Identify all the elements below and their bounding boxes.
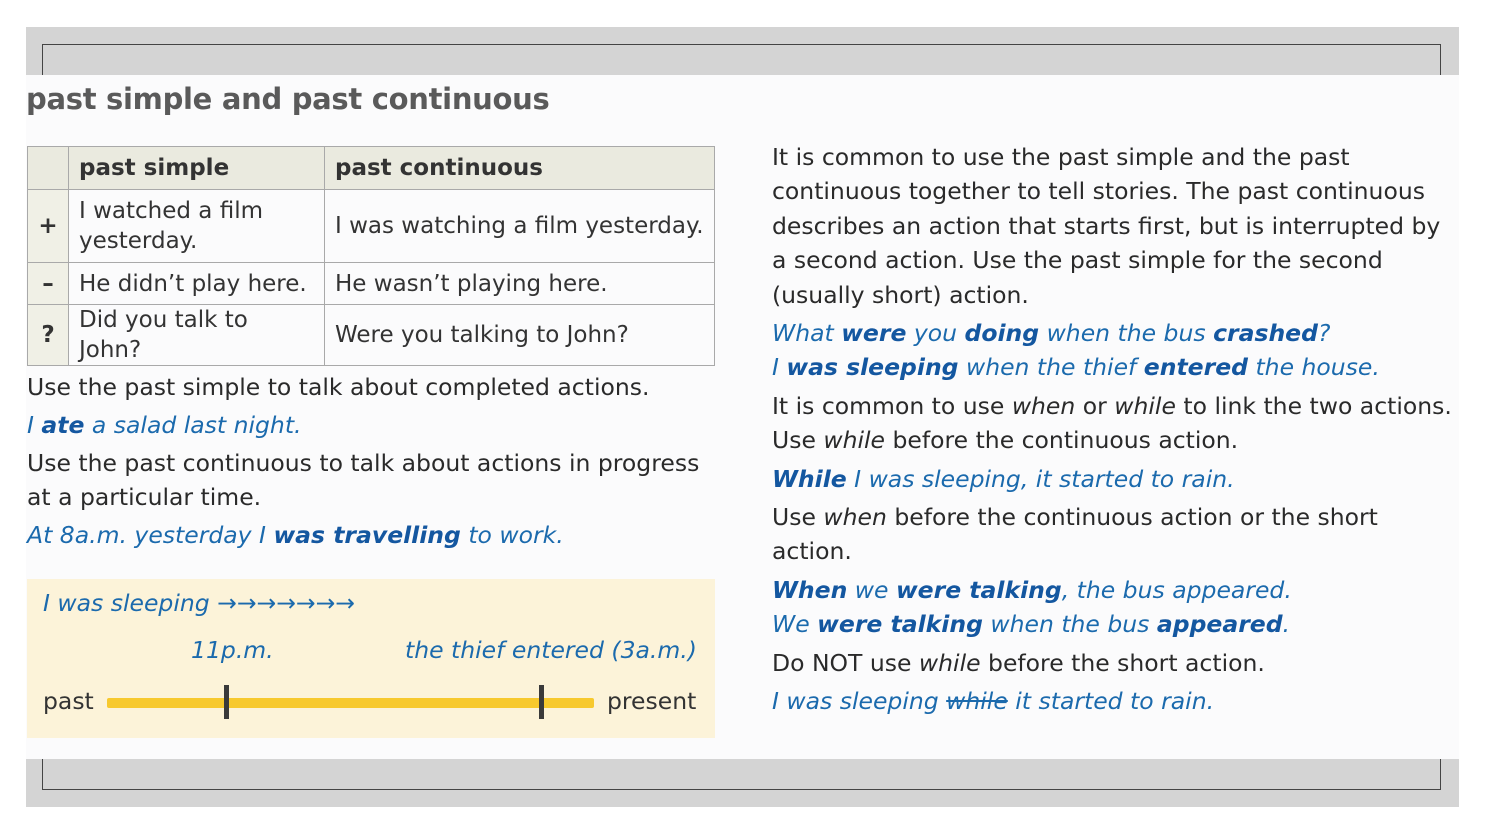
- rule-text: Use: [772, 503, 824, 532]
- example-verb: were: [841, 319, 907, 348]
- timeline-time-3am: the thief entered (3a.m.): [405, 636, 697, 664]
- right-explanations: It is common to use the past simple and …: [772, 140, 1462, 719]
- example-past-simple: I ate a salad last night.: [27, 408, 717, 442]
- table-header-blank: [27, 146, 69, 190]
- example-text: when the thief: [958, 353, 1144, 382]
- struck-keyword: while: [946, 687, 1008, 716]
- table-row: + I watched a film yesterday. I was watc…: [27, 189, 715, 263]
- rule-past-simple: Use the past simple to talk about comple…: [27, 373, 650, 401]
- example-text: it started to rain.: [1007, 687, 1215, 716]
- example-while: While I was sleeping, it started to rain…: [772, 462, 1462, 496]
- rule-keyword: when: [823, 503, 887, 532]
- example-text: I: [772, 353, 787, 382]
- example-past-continuous: At 8a.m. yesterday I was travelling to w…: [27, 518, 717, 552]
- table-cell: He didn’t play here.: [68, 262, 325, 305]
- example-verb: was travelling: [273, 521, 461, 549]
- timeline-past-label: past: [43, 687, 94, 715]
- example-text: you: [906, 319, 965, 348]
- example-thief-entered: I was sleeping when the thief entered th…: [772, 350, 1462, 384]
- row-symbol-negative: –: [27, 262, 69, 305]
- timeline-present-label: present: [607, 687, 697, 715]
- example-bus-appeared: We were talking when the bus appeared.: [772, 607, 1462, 641]
- example-text: I was sleeping, it started to rain.: [846, 464, 1235, 493]
- timeline-bar: [107, 698, 594, 708]
- left-explanations: Use the past simple to talk about comple…: [27, 370, 717, 552]
- example-when: When we were talking, the bus appeared.: [772, 573, 1462, 607]
- rule-keyword: while: [823, 426, 886, 455]
- rule-text: Use: [772, 426, 824, 455]
- example-text: when the bus: [982, 610, 1157, 639]
- example-text: the house.: [1247, 353, 1380, 382]
- frame-bottom: [26, 759, 1459, 807]
- rule-keyword: while: [918, 648, 981, 677]
- rule-text: before the continuous action.: [885, 426, 1239, 455]
- example-text: a salad last night.: [84, 411, 302, 439]
- example-text: We: [772, 610, 818, 639]
- page-title: past simple and past continuous: [26, 82, 550, 116]
- rule-keyword: while: [1114, 391, 1176, 420]
- example-verb: When: [772, 575, 848, 604]
- timeline-marker-11pm: [224, 685, 229, 719]
- rule-link-actions: It is common to use when or while to lin…: [772, 389, 1462, 423]
- frame-top: [26, 27, 1459, 75]
- row-symbol-positive: +: [27, 189, 69, 263]
- rule-while: Use while before the continuous action.: [772, 423, 1462, 457]
- example-verb: While: [772, 464, 847, 493]
- rule-text: before the short action.: [980, 648, 1265, 677]
- example-verb: were talking: [895, 575, 1062, 604]
- example-text: At 8a.m. yesterday I: [27, 521, 274, 549]
- rule-do-not: Do NOT use while before the short action…: [772, 646, 1462, 680]
- rule-past-continuous: Use the past continuous to talk about ac…: [27, 449, 700, 511]
- table-header-past-continuous: past continuous: [324, 146, 715, 190]
- example-verb: crashed: [1213, 319, 1318, 348]
- table-cell: I watched a film yesterday.: [68, 189, 325, 263]
- example-text: What: [772, 319, 842, 348]
- example-bus-crashed: What were you doing when the bus crashed…: [772, 316, 1462, 350]
- timeline-marker-3am: [539, 685, 544, 719]
- rule-when: Use when before the continuous action or…: [772, 500, 1462, 569]
- table-cell: I was watching a film yesterday.: [324, 189, 715, 263]
- example-verb: were talking: [817, 610, 983, 639]
- frame-bottom-border: [42, 759, 1441, 790]
- example-text: I: [27, 411, 42, 439]
- table-cell: Were you talking to John?: [324, 304, 715, 366]
- table-header-row: past simple past continuous: [27, 146, 715, 190]
- table-row: ? Did you talk to John? Were you talking…: [27, 304, 715, 366]
- rule-text: Do NOT use: [772, 648, 919, 677]
- example-verb: was sleeping: [786, 353, 959, 382]
- example-verb: appeared: [1156, 610, 1283, 639]
- grammar-table: past simple past continuous + I watched …: [27, 146, 715, 366]
- intro-paragraph: It is common to use the past simple and …: [772, 143, 1441, 309]
- example-verb: doing: [964, 319, 1040, 348]
- example-text: when the bus: [1039, 319, 1214, 348]
- rule-text: or: [1075, 391, 1115, 420]
- table-header-past-simple: past simple: [68, 146, 325, 190]
- table-cell: Did you talk to John?: [68, 304, 325, 366]
- timeline-time-11pm: 11p.m.: [191, 636, 274, 664]
- rule-text: to link the two actions.: [1175, 391, 1452, 420]
- example-text: ?: [1317, 319, 1331, 348]
- row-symbol-question: ?: [27, 304, 69, 366]
- example-verb: ate: [41, 411, 85, 439]
- timeline-sleeping-label: I was sleeping →→→→→→→: [43, 589, 355, 617]
- table-row: – He didn’t play here. He wasn’t playing…: [27, 262, 715, 305]
- table-cell: He wasn’t playing here.: [324, 262, 715, 305]
- example-text: we: [847, 575, 896, 604]
- frame-top-border: [42, 44, 1441, 75]
- example-text: I was sleeping: [772, 687, 947, 716]
- example-text: , the bus appeared.: [1061, 575, 1292, 604]
- example-verb: entered: [1143, 353, 1248, 382]
- example-incorrect-while: I was sleeping while it started to rain.: [772, 684, 1462, 718]
- example-text: to work.: [460, 521, 564, 549]
- timeline-diagram: I was sleeping →→→→→→→ 11p.m. the thief …: [27, 579, 715, 738]
- example-text: .: [1282, 610, 1291, 639]
- rule-text: It is common to use: [772, 391, 1012, 420]
- rule-keyword: when: [1011, 391, 1076, 420]
